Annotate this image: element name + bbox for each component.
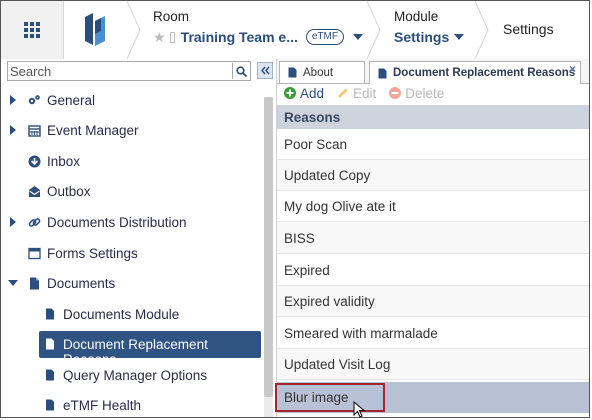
add-button[interactable]: Add — [284, 86, 324, 101]
link-icon — [27, 215, 41, 229]
module-selector[interactable]: Module Settings — [394, 9, 474, 55]
module-name[interactable]: Settings — [394, 29, 449, 45]
form-icon — [27, 246, 41, 260]
tree-item-inbox[interactable]: Inbox — [1, 148, 263, 175]
tab-label: Document Replacement Reasons — [393, 67, 576, 79]
gears-icon — [27, 93, 41, 107]
table-row[interactable]: Poor Scan — [277, 129, 589, 160]
calendar-icon — [27, 123, 41, 137]
search-input[interactable] — [10, 63, 230, 79]
collapse-sidebar-button[interactable] — [257, 62, 273, 79]
plus-circle-icon — [284, 87, 296, 99]
document-icon — [27, 276, 41, 290]
tree-item-label: General — [47, 93, 96, 108]
search-icon[interactable] — [232, 63, 249, 79]
room-type-badge: eTMF — [305, 29, 344, 45]
settings-sidebar: General Event Manager Inbox — [1, 59, 277, 417]
double-chevron-left-icon — [260, 66, 270, 75]
tree-item-label: Documents — [47, 276, 116, 291]
delete-button[interactable]: Delete — [389, 86, 444, 101]
tree-item-label: Query Manager Options — [63, 368, 208, 383]
room-name[interactable]: Training Team e... — [181, 29, 298, 45]
chevron-down-icon[interactable] — [454, 34, 465, 40]
delete-label: Delete — [405, 85, 445, 101]
outbox-icon — [27, 184, 41, 198]
tree-item-label: Documents Module — [63, 307, 180, 322]
tree-item-label: Inbox — [47, 154, 81, 169]
chevron-down-icon[interactable] — [353, 34, 363, 40]
pencil-icon — [337, 87, 349, 99]
table-row[interactable]: Expired validity — [277, 286, 589, 317]
document-icon — [43, 307, 57, 321]
breadcrumb-separator — [127, 1, 141, 59]
tab-document-replacement-reasons[interactable]: Document Replacement Reasons × — [369, 61, 581, 84]
mouse-cursor-icon — [353, 401, 366, 417]
table-row[interactable]: Updated Visit Log — [277, 349, 589, 380]
tree-item-label: Outbox — [47, 184, 91, 199]
tree-item-documents-distribution[interactable]: Documents Distribution — [1, 209, 263, 236]
table-row[interactable]: Updated Copy — [277, 160, 589, 191]
tree-item-label: Documents Distribution — [47, 215, 187, 230]
tree-item-general[interactable]: General — [1, 87, 263, 114]
grid-icon — [24, 22, 40, 38]
tree-item-label: eTMF Health — [63, 398, 142, 413]
inbox-icon — [27, 154, 41, 168]
room-selector[interactable]: Room ★ Training Team e... eTMF — [153, 9, 363, 55]
tree-item-etmf-health[interactable]: eTMF Health — [1, 392, 263, 417]
column-header-reasons[interactable]: Reasons — [277, 105, 589, 129]
table-row[interactable]: Smeared with marmalade — [277, 318, 589, 349]
tree-item-query-manager-options[interactable]: Query Manager Options — [1, 362, 263, 389]
tree-item-outbox[interactable]: Outbox — [1, 178, 263, 205]
tree-item-forms-settings[interactable]: Forms Settings — [1, 240, 263, 267]
document-icon — [288, 67, 297, 78]
table-row[interactable]: My dog Olive ate it — [277, 191, 589, 222]
add-label: Add — [300, 85, 325, 101]
expand-arrow-icon[interactable] — [10, 95, 16, 105]
breadcrumb-separator — [475, 1, 489, 59]
star-icon[interactable]: ★ — [153, 30, 166, 44]
document-icon — [43, 337, 57, 351]
close-icon[interactable]: × — [569, 63, 576, 75]
current-page-crumb: Settings — [503, 21, 554, 37]
app-launcher-button[interactable] — [1, 1, 64, 59]
expand-arrow-icon[interactable] — [10, 125, 16, 135]
content-tabs: About Document Replacement Reasons × — [277, 59, 589, 84]
module-label: Module — [394, 9, 439, 24]
tab-about[interactable]: About — [279, 61, 365, 83]
edit-label: Edit — [353, 85, 377, 101]
document-icon — [43, 398, 57, 412]
brand-logo — [63, 1, 127, 59]
tree-item-documents-module[interactable]: Documents Module — [1, 301, 263, 328]
tree-item-documents[interactable]: Documents — [1, 270, 263, 297]
collapse-arrow-icon[interactable] — [8, 280, 18, 286]
app-window: Room ★ Training Team e... eTMF Module Se… — [0, 0, 590, 418]
breadcrumb-separator — [367, 1, 381, 59]
expand-arrow-icon[interactable] — [10, 217, 16, 227]
mobile-icon — [169, 31, 175, 43]
table-row[interactable]: BISS — [277, 223, 589, 254]
tree-item-label: Forms Settings — [47, 246, 138, 261]
document-icon — [43, 368, 57, 382]
sidebar-scrollbar-thumb[interactable] — [264, 97, 273, 397]
room-label: Room — [153, 9, 190, 24]
search-bar — [7, 61, 273, 81]
table-row-selected[interactable]: Blur image — [277, 382, 589, 413]
tab-label: About — [303, 66, 334, 79]
tree-item-event-manager[interactable]: Event Manager — [1, 117, 263, 144]
grid-toolbar: Add Edit Delete — [277, 83, 589, 103]
search-box — [7, 61, 251, 81]
document-icon — [378, 68, 387, 79]
tree-item-label: Event Manager — [47, 123, 139, 138]
tree-item-document-replacement-reasons[interactable]: Document Replacement Reasons — [39, 331, 261, 367]
table-row[interactable]: Expired — [277, 255, 589, 286]
minus-circle-icon — [389, 87, 402, 99]
edit-button[interactable]: Edit — [337, 86, 376, 101]
top-header: Room ★ Training Team e... eTMF Module Se… — [1, 1, 589, 60]
